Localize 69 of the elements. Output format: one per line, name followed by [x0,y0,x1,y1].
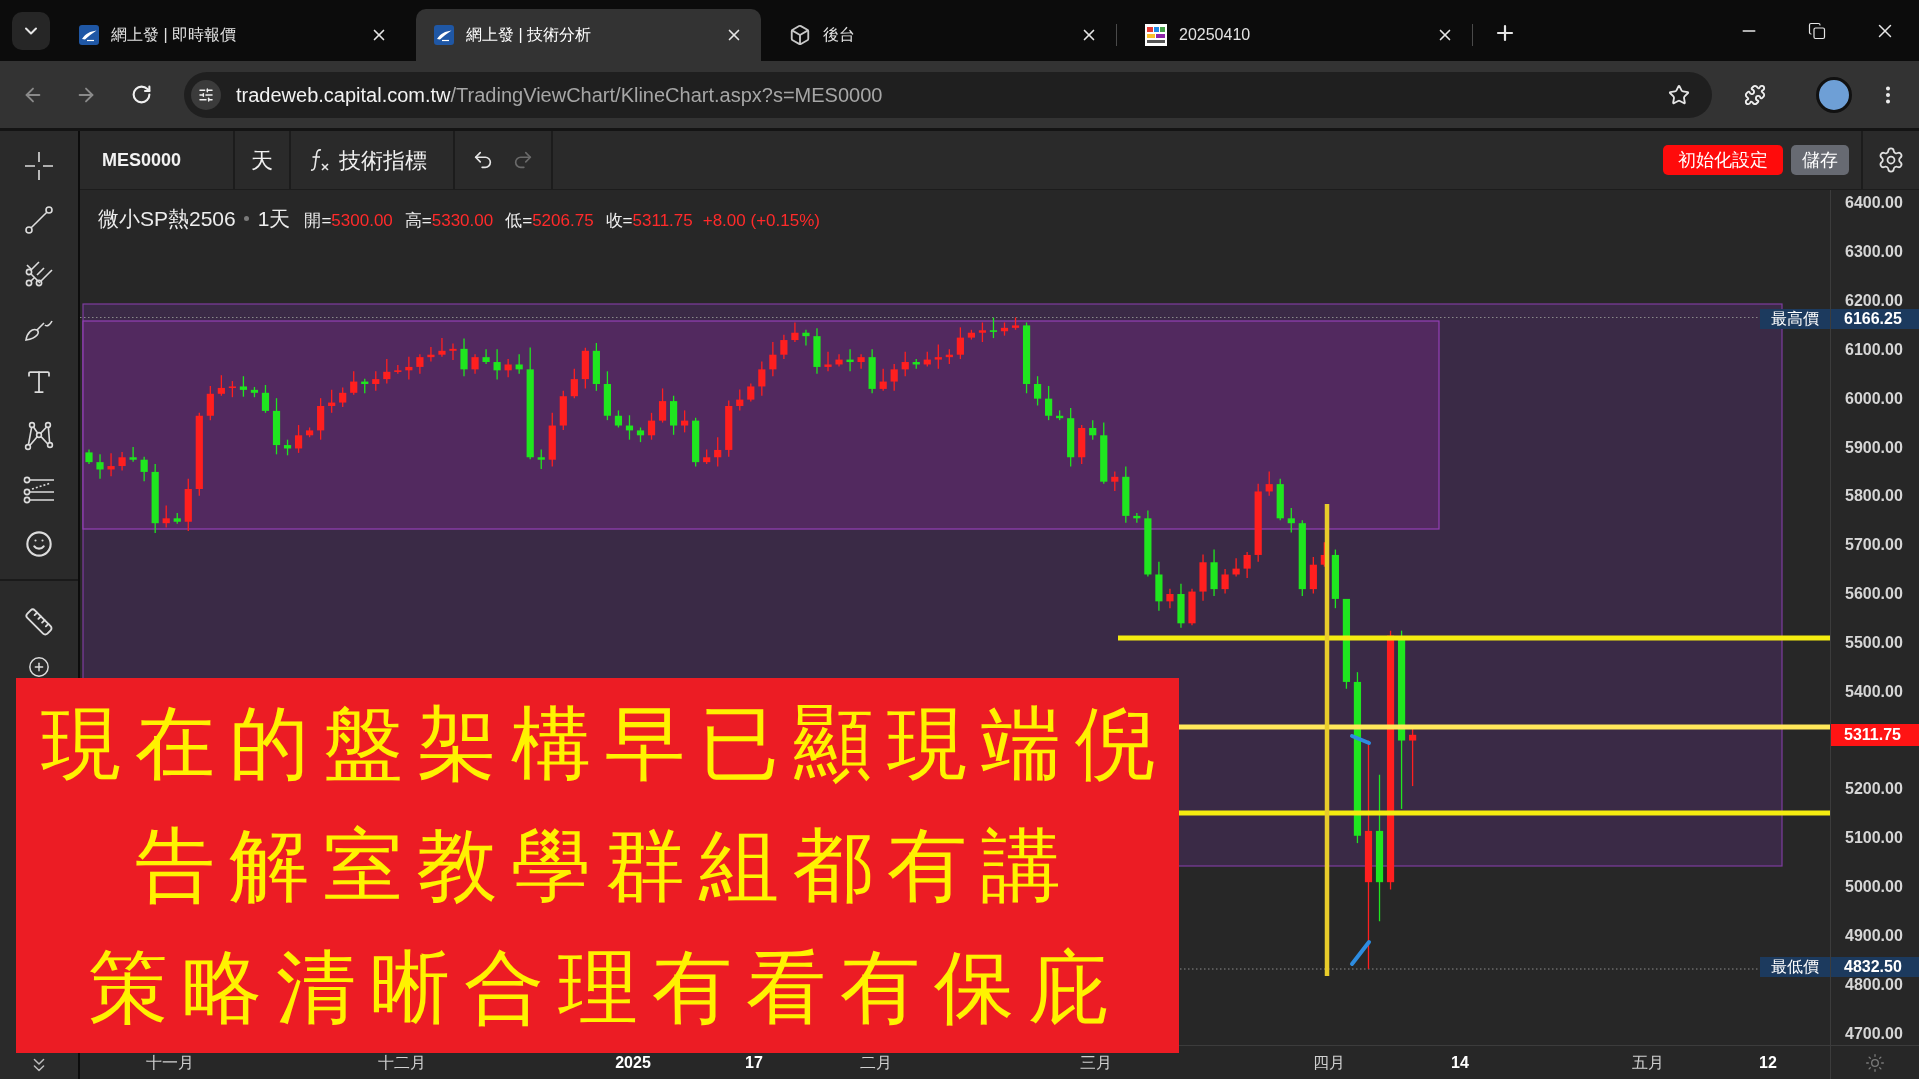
ruler-icon[interactable] [24,607,54,637]
price-axis-label: 4800.00 [1845,976,1903,993]
site-logo-icon [434,25,454,45]
crosshair-icon[interactable] [24,151,54,181]
address-field[interactable]: tradeweb.capital.com.tw/TradingViewChart/KlineChart.aspx?s=MES0000 [184,71,1712,118]
time-axis-label: 12 [1759,1055,1777,1071]
time-axis-label: 五月 [1632,1055,1664,1071]
price-marker-value: 6166.25 [1831,309,1919,329]
image-thumbnail-icon [1145,24,1167,46]
toolbar-button[interactable]: 儲存 [1791,145,1849,175]
price-change: +8.00 (+0.15%) [702,210,820,232]
extensions-icon[interactable] [1744,83,1766,106]
chart-interval: 1天 [257,206,291,232]
time-axis-label: 2025 [615,1055,651,1071]
price-axis-label: 6400.00 [1845,195,1903,212]
time-axis-label: 四月 [1313,1055,1345,1071]
settings-icon[interactable] [1877,146,1905,174]
cube-icon [789,24,811,46]
price-marker-label: 最低價 [1760,957,1830,977]
price-axis-label: 5400.00 [1845,683,1903,700]
price-axis-label: 6100.00 [1845,341,1903,358]
price-axis-label: 6200.00 [1845,292,1903,309]
tab-list-button[interactable] [11,11,50,50]
time-axis-label: 十二月 [378,1055,426,1071]
browser-tab[interactable]: 後台 [771,9,1116,61]
toolbar-button[interactable]: 初始化設定 [1663,145,1783,175]
price-axis-label: 5000.00 [1845,879,1903,896]
price-marker-value: 4832.50 [1831,957,1919,977]
fibonacci-tool-icon[interactable] [23,475,55,505]
pattern-tool-icon[interactable] [24,421,54,451]
ohlc-value: 高=5330.00 [404,210,494,232]
price-marker-value: 5311.75 [1831,724,1919,746]
price-axis-label: 5800.00 [1845,488,1903,505]
site-logo-icon [79,25,99,45]
price-axis-label: 5100.00 [1845,830,1903,847]
time-axis-label: 三月 [1080,1055,1112,1071]
price-axis-label: 5700.00 [1845,537,1903,554]
ohlc-value: 低=5206.75 [505,210,594,232]
price-axis-label: 5600.00 [1845,586,1903,602]
browser-tab[interactable]: 網上發 | 技術分析 [416,9,761,61]
price-marker-label: 最高價 [1760,309,1830,329]
zoom-in-icon[interactable] [28,656,50,678]
ohlc-value: 開=5300.00 [304,210,393,232]
sun-icon[interactable] [1865,1052,1885,1073]
chart-symbol: 微小SP熱2506 [98,206,236,232]
price-axis-label: 5500.00 [1845,634,1903,651]
pitchfork-icon[interactable] [24,259,54,289]
reload-icon[interactable] [130,84,152,105]
profile-avatar[interactable] [1816,76,1852,113]
time-axis-label: 十一月 [146,1055,194,1071]
bookmark-star-icon[interactable] [1668,83,1690,106]
restore-icon[interactable] [1808,21,1826,40]
undo-icon[interactable] [472,149,494,171]
price-axis-label: 4900.00 [1845,927,1903,944]
ohlc-value: 收=5311.75 [605,210,693,232]
time-axis-label: 二月 [860,1055,892,1071]
browser-tab[interactable]: 20250410 [1127,9,1472,61]
price-axis-label: 4700.00 [1845,1025,1903,1042]
line-tool-icon[interactable] [24,205,54,235]
price-axis-label: 6000.00 [1845,390,1903,407]
price-axis-label: 5200.00 [1845,781,1903,798]
price-axis-label: 5900.00 [1845,439,1903,456]
function-icon [309,148,331,172]
time-axis-label: 14 [1451,1055,1469,1071]
price-axis-label: 6300.00 [1845,244,1903,261]
emoji-icon[interactable] [25,530,53,558]
time-axis-label: 17 [745,1055,763,1071]
site-settings-icon[interactable] [191,79,221,110]
browser-tab[interactable]: 網上發 | 即時報價 [61,9,406,61]
